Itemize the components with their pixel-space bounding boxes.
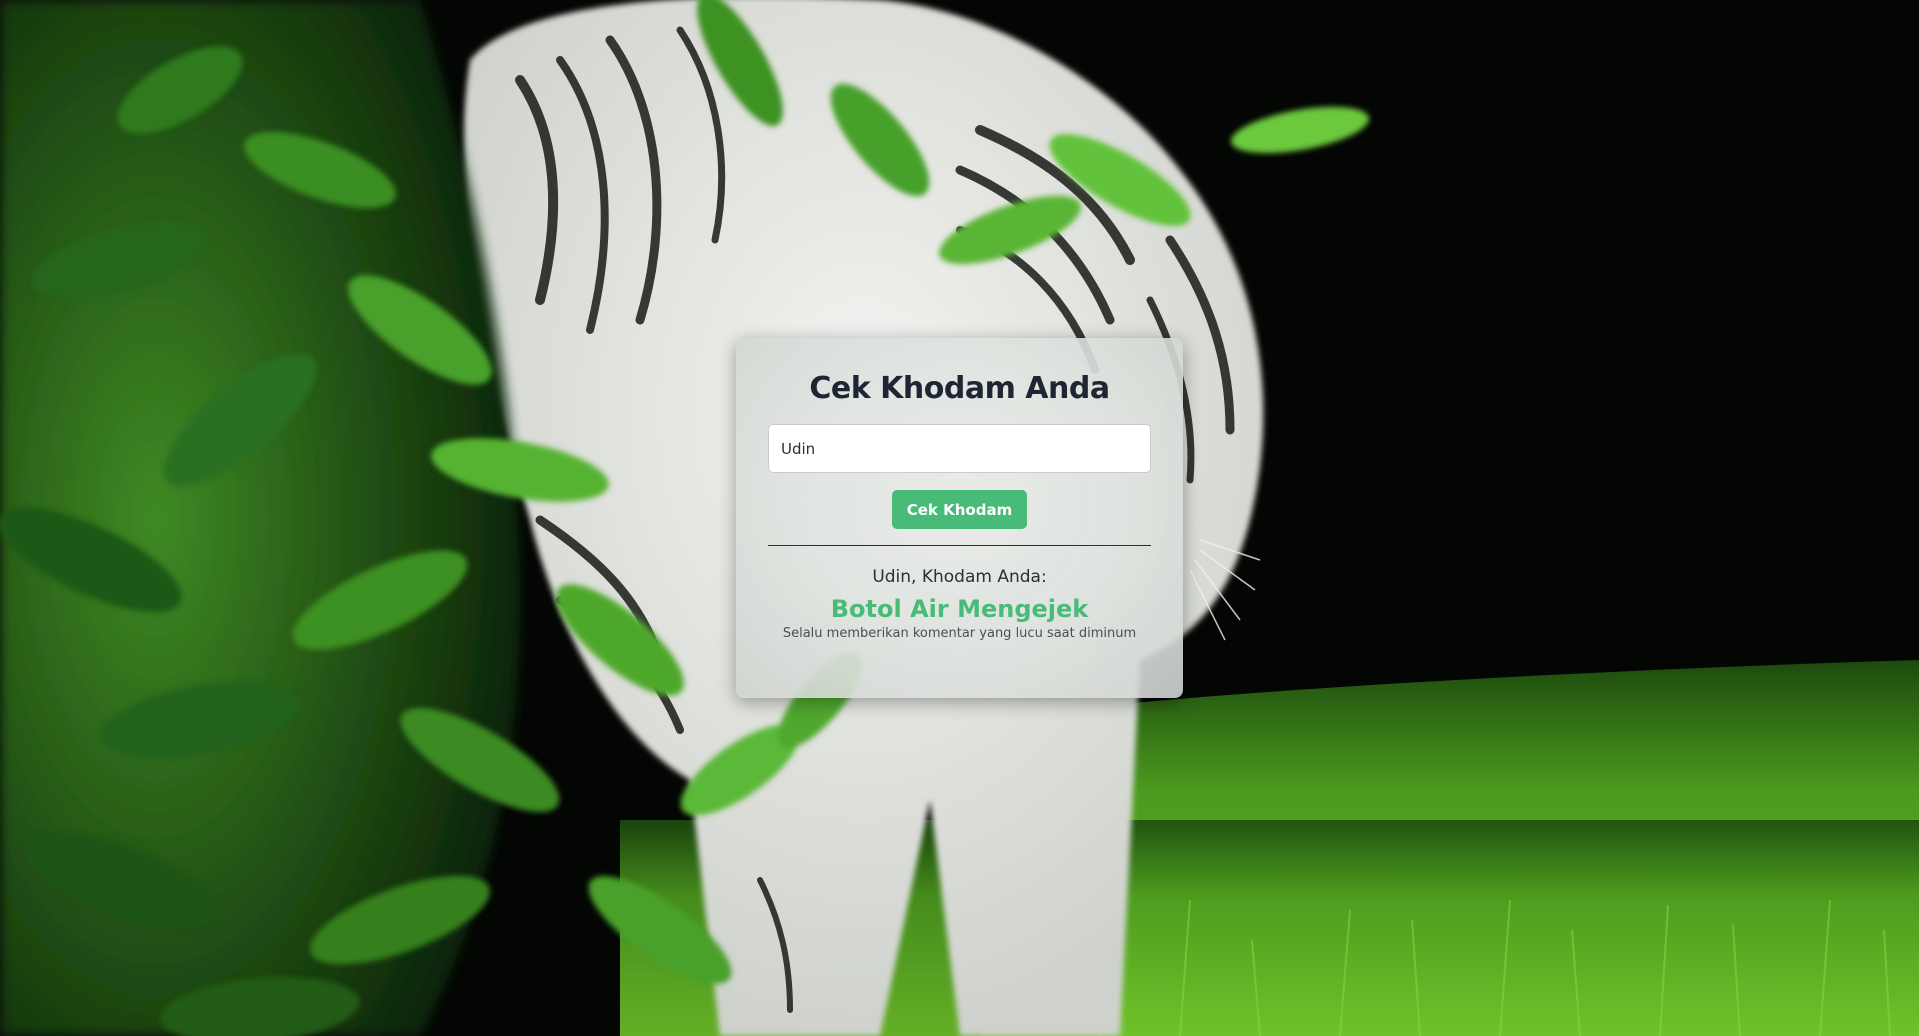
page-title: Cek Khodam Anda xyxy=(809,371,1110,406)
khodam-check-card: Cek Khodam Anda Cek Khodam Udin, Khodam … xyxy=(736,338,1183,698)
khodam-description: Selalu memberikan komentar yang lucu saa… xyxy=(782,626,1137,641)
khodam-name: Botol Air Mengejek xyxy=(830,595,1089,623)
result-section: Udin, Khodam Anda: Botol Air Mengejek Se… xyxy=(768,566,1151,642)
cek-khodam-button[interactable]: Cek Khodam xyxy=(891,490,1028,529)
name-input[interactable] xyxy=(768,424,1151,473)
divider xyxy=(768,545,1151,546)
result-heading: Udin, Khodam Anda: xyxy=(872,567,1047,587)
